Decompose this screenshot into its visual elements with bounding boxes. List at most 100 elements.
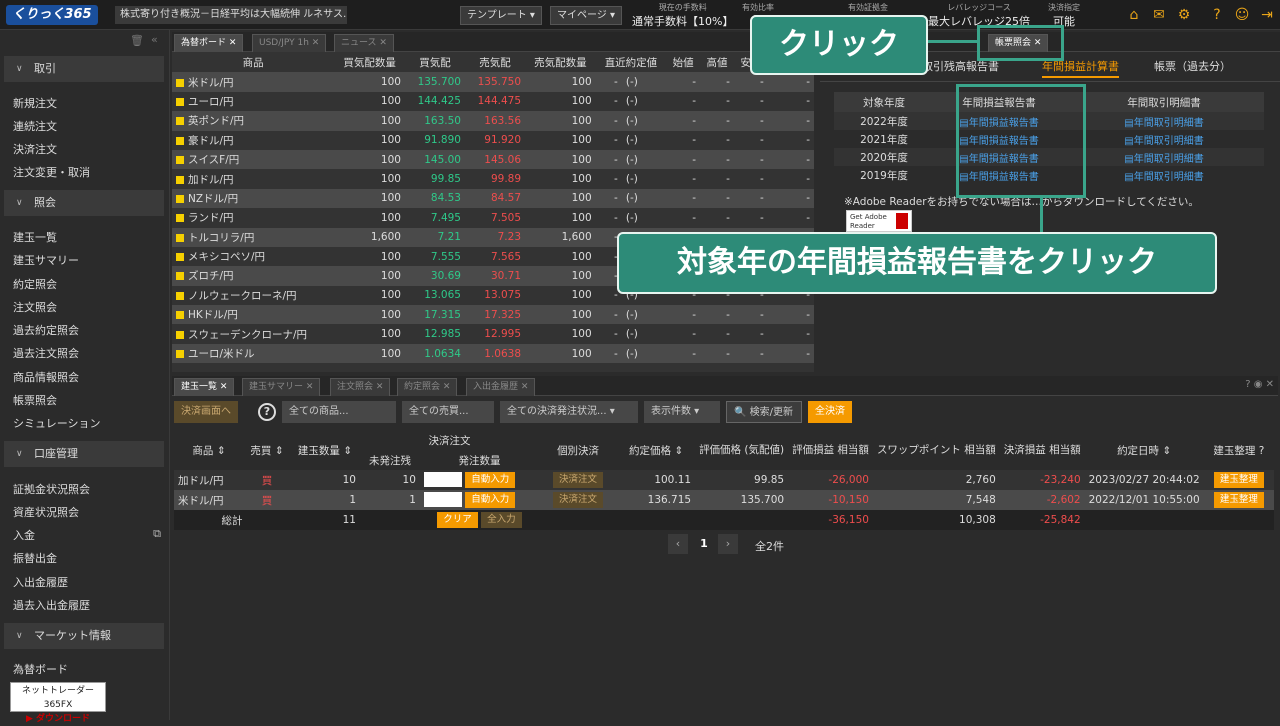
col-eval-pl[interactable]: 評価損益 相当額 [788,430,873,470]
col-qty[interactable]: 建玉数量 ⇕ [290,430,360,470]
sidebar-section-account[interactable]: ∨ 口座管理 [4,441,164,467]
sidebar-item-product-info[interactable]: 商品情報照会 [13,369,79,385]
rate-row[interactable]: ユーロ/円 100 144.425 144.475 100- (-) - - - - [172,91,814,112]
rate-row[interactable]: スイスF/円 100 145.00 145.06 100- (-) - - - - [172,149,814,170]
page-number[interactable]: 1 [694,534,714,554]
help-circle-icon[interactable]: ? [258,403,276,421]
tab-position-summary[interactable]: 建玉サマリー ✕ [242,378,321,396]
annual-detail-link[interactable]: ▤年間取引明細書 [1064,148,1264,166]
rate-col-header[interactable]: 商品 [172,53,334,72]
side-filter-select[interactable]: 全ての売買... [402,401,494,423]
sidebar-item-withdraw[interactable]: 振替出金 [13,550,57,566]
sidebar-item-past-cash-history[interactable]: 過去入出金履歴 [13,597,90,613]
home-icon[interactable]: ⌂ [1126,7,1142,23]
sidebar-section-inquiry[interactable]: ∨ 照会 [4,190,164,216]
sidebar-item-position-summary[interactable]: 建玉サマリー [13,252,79,268]
sidebar-item-chain-order[interactable]: 連続注文 [13,118,57,134]
sidebar-item-asset-status[interactable]: 資産状況照会 [13,504,79,520]
rate-col-header[interactable]: 買気配数量 [334,53,405,72]
rate-col-header[interactable]: 売気配 [465,53,525,72]
sidebar-item-positions[interactable]: 建玉一覧 [13,229,57,245]
rate-col-header[interactable]: 高値 [700,53,734,72]
col-eval-price[interactable]: 評価価格 (気配値) [695,430,788,470]
settle-order-button[interactable]: 決済注文 [553,492,604,508]
tab-execution-inquiry[interactable]: 約定照会 ✕ [397,378,458,396]
product-filter-input[interactable]: 全ての商品... [282,401,396,423]
sidebar-item-past-executions[interactable]: 過去約定照会 [13,322,79,338]
subtab-past-reports[interactable]: 帳票（過去分） [1154,56,1231,78]
position-row[interactable]: 加ドル/円 買 10 10 自動入力 決済注文 100.11 99.85 -26,000 2,7… [174,470,1274,490]
template-button[interactable]: テンプレート ▾ [460,6,542,25]
rate-row[interactable]: HKドル/円 100 17.315 17.325 100- (-) - - - - [172,305,814,325]
rate-row[interactable]: スウェーデンクローナ/円 100 12.985 12.995 100- (-) - - - - [172,324,814,344]
sidebar-item-rate-board[interactable]: 為替ボード [13,661,68,677]
clear-button[interactable]: クリア [437,512,478,528]
rate-row[interactable]: 豪ドル/円 100 91.890 91.920 100- (-) - - - - [172,130,814,150]
sidebar-item-new-order[interactable]: 新規注文 [13,95,57,111]
news-ticker[interactable]: 株式寄り付き概況－日経平均は大幅続伸 ルネサス… [115,6,347,24]
position-cleanup-button[interactable]: 建玉整理 [1213,492,1264,508]
prev-page-button[interactable]: ‹ [668,534,688,554]
rate-row[interactable]: 加ドル/円 100 99.85 99.89 100- (-) - - - - [172,169,814,189]
col-swap[interactable]: スワップポイント 相当額 [873,430,1000,470]
mypage-button[interactable]: マイページ ▾ [550,6,623,25]
rate-col-header[interactable]: 売気配数量 [525,53,596,72]
rate-row[interactable]: 英ポンド/円 100 163.50 163.56 100- (-) - - - - [172,111,814,131]
tab-rate-board[interactable]: 為替ボード ✕ [174,34,244,52]
settle-order-button[interactable]: 決済注文 [553,472,604,488]
adobe-reader-badge[interactable]: Get Adobe Reader [846,210,912,232]
annual-detail-link[interactable]: ▤年間取引明細書 [1064,130,1264,148]
sidebar-item-order-change[interactable]: 注文変更・取消 [13,164,90,180]
annual-detail-link[interactable]: ▤年間取引明細書 [1064,166,1264,184]
auto-input-button[interactable]: 自動入力 [465,472,516,489]
tab-order-inquiry[interactable]: 注文照会 ✕ [330,378,391,396]
collapse-icon[interactable]: « [151,33,158,46]
sidebar-item-margin-status[interactable]: 証拠金状況照会 [13,481,90,497]
col-exec-date[interactable]: 約定日時 ⇕ [1085,430,1204,470]
rate-row[interactable]: NZドル/円 100 84.53 84.57 100- (-) - - - - [172,188,814,209]
rate-col-header[interactable]: 始値 [666,53,700,72]
rate-row[interactable]: ユーロ/米ドル 100 1.0634 1.0638 100- (-) - - - - [172,343,814,364]
rate-row[interactable]: ランド/円 100 7.495 7.505 100- (-) - - - - [172,208,814,228]
settle-all-button[interactable]: 全決済 [808,401,852,423]
col-product[interactable]: 商品 ⇕ [174,430,244,470]
rate-row[interactable]: 米ドル/円 100 135.700 135.750 100- (-) - - - - [172,72,814,92]
rate-col-header[interactable]: 直近約定値 [596,53,667,72]
col-settle-pl[interactable]: 決済損益 相当額 [1000,430,1085,470]
display-count-select[interactable]: 表示件数 ▾ [644,401,720,423]
gear-icon[interactable]: ⚙ [1176,7,1192,23]
sidebar-item-executions[interactable]: 約定照会 [13,276,57,292]
sidebar-item-deposit[interactable]: 入金 ⧉ [13,527,161,543]
next-page-button[interactable]: › [718,534,738,554]
rate-col-header[interactable]: 買気配 [405,53,465,72]
tab-usdjpy-chart[interactable]: USD/JPY 1h ✕ [252,34,327,52]
sidebar-item-past-orders[interactable]: 過去注文照会 [13,345,79,361]
order-qty-input[interactable] [423,491,462,507]
position-row[interactable]: 米ドル/円 買 1 1 自動入力 決済注文 136.715 135.700 -10,150 7,… [174,490,1274,510]
col-side[interactable]: 売買 ⇕ [244,430,290,470]
sidebar-item-simulation[interactable]: シミュレーション [13,415,101,431]
tab-news[interactable]: ニュース ✕ [334,34,394,52]
window-controls-icon[interactable]: ? ◉ ✕ [1245,379,1274,390]
tab-cash-history[interactable]: 入出金履歴 ✕ [466,378,536,396]
mail-icon[interactable]: ✉ [1151,7,1167,23]
user-icon[interactable]: ☺ [1234,7,1250,23]
download-banner[interactable]: ネットトレーダー365FX ▶ ダウンロード [10,682,106,724]
sidebar-item-orders[interactable]: 注文照会 [13,299,57,315]
sidebar-item-reports[interactable]: 帳票照会 [13,392,57,408]
sidebar-item-settle-order[interactable]: 決済注文 [13,141,57,157]
trash-icon[interactable]: 🗑 [130,34,144,47]
sidebar-section-market[interactable]: ∨ マーケット情報 [4,623,164,649]
goto-settlement-button[interactable]: 決済画面へ [174,401,238,423]
tab-positions[interactable]: 建玉一覧 ✕ [174,378,235,396]
help-icon[interactable]: ? [1209,7,1225,23]
annual-detail-link[interactable]: ▤年間取引明細書 [1064,112,1264,130]
auto-input-button[interactable]: 自動入力 [465,492,516,509]
logout-icon[interactable]: ⇥ [1259,7,1275,23]
sidebar-section-trade[interactable]: ∨ 取引 [4,56,164,82]
fill-all-button[interactable]: 全入力 [481,512,522,528]
col-exec-price[interactable]: 約定価格 ⇕ [617,430,695,470]
position-cleanup-button[interactable]: 建玉整理 [1213,472,1264,488]
order-qty-input[interactable] [423,471,462,487]
settle-status-select[interactable]: 全ての決済発注状況... ▾ [500,401,638,423]
